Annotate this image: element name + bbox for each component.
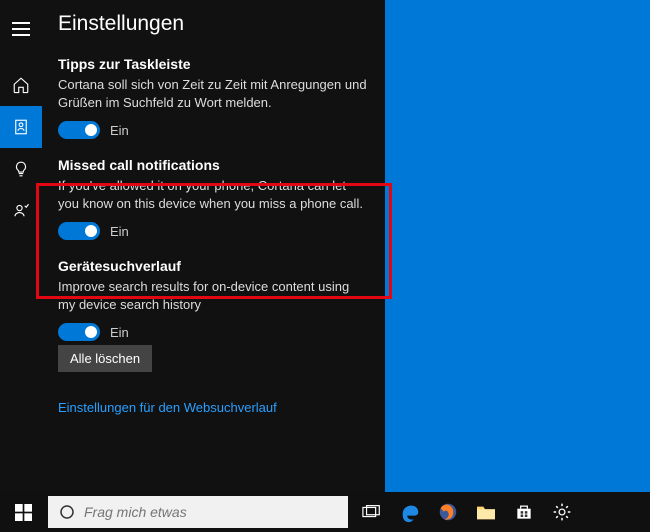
- store-icon: [514, 502, 534, 522]
- web-search-history-link[interactable]: Einstellungen für den Websuchverlauf: [58, 400, 277, 415]
- taskbar-icons: [354, 492, 650, 532]
- toggle-device-history[interactable]: [58, 323, 100, 341]
- taskbar-app-store[interactable]: [506, 492, 542, 532]
- section-device-history: Gerätesuchverlauf Improve search results…: [58, 258, 369, 372]
- firefox-icon: [437, 501, 459, 523]
- section-title: Missed call notifications: [58, 157, 369, 173]
- section-taskbar-tips: Tipps zur Taskleiste Cortana soll sich v…: [58, 56, 369, 139]
- sidebar-feedback[interactable]: [0, 190, 42, 232]
- search-input[interactable]: [84, 504, 338, 520]
- task-view-icon: [362, 504, 382, 520]
- toggle-row: Ein: [58, 222, 369, 240]
- cortana-ring-icon: [58, 503, 76, 521]
- sidebar-home[interactable]: [0, 64, 42, 106]
- home-icon: [12, 76, 30, 94]
- sidebar-notebook[interactable]: [0, 106, 42, 148]
- toggle-label: Ein: [110, 123, 129, 138]
- toggle-label: Ein: [110, 325, 129, 340]
- toggle-row: Ein: [58, 121, 369, 139]
- settings-content: Einstellungen Tipps zur Taskleiste Corta…: [42, 0, 385, 492]
- toggle-row: Ein: [58, 323, 369, 341]
- taskbar-app-explorer[interactable]: [468, 492, 504, 532]
- cortana-search-box[interactable]: [48, 496, 348, 528]
- toggle-label: Ein: [110, 224, 129, 239]
- gear-icon: [552, 502, 572, 522]
- taskbar: [0, 492, 650, 532]
- clear-all-button[interactable]: Alle löschen: [58, 345, 152, 372]
- toggle-knob: [85, 326, 97, 338]
- toggle-knob: [85, 225, 97, 237]
- section-desc: If you've allowed it on your phone, Cort…: [58, 177, 369, 212]
- task-view-button[interactable]: [354, 492, 390, 532]
- cortana-settings-panel: Einstellungen Tipps zur Taskleiste Corta…: [0, 0, 385, 492]
- folder-icon: [475, 503, 497, 521]
- sidebar: [0, 0, 42, 492]
- windows-icon: [15, 504, 32, 521]
- section-desc: Improve search results for on-device con…: [58, 278, 369, 313]
- edge-icon: [399, 501, 421, 523]
- sidebar-tips[interactable]: [0, 148, 42, 190]
- lightbulb-icon: [12, 160, 30, 178]
- menu-icon: [12, 22, 30, 36]
- toggle-knob: [85, 124, 97, 136]
- section-missed-call: Missed call notifications If you've allo…: [58, 157, 369, 240]
- toggle-taskbar-tips[interactable]: [58, 121, 100, 139]
- page-title: Einstellungen: [58, 12, 369, 36]
- hamburger-menu[interactable]: [0, 8, 42, 50]
- start-button[interactable]: [0, 492, 46, 532]
- section-title: Tipps zur Taskleiste: [58, 56, 369, 72]
- taskbar-settings[interactable]: [544, 492, 580, 532]
- section-desc: Cortana soll sich von Zeit zu Zeit mit A…: [58, 76, 369, 111]
- toggle-missed-call[interactable]: [58, 222, 100, 240]
- section-title: Gerätesuchverlauf: [58, 258, 369, 274]
- feedback-icon: [12, 202, 30, 220]
- notebook-icon: [12, 118, 30, 136]
- taskbar-app-firefox[interactable]: [430, 492, 466, 532]
- taskbar-app-edge[interactable]: [392, 492, 428, 532]
